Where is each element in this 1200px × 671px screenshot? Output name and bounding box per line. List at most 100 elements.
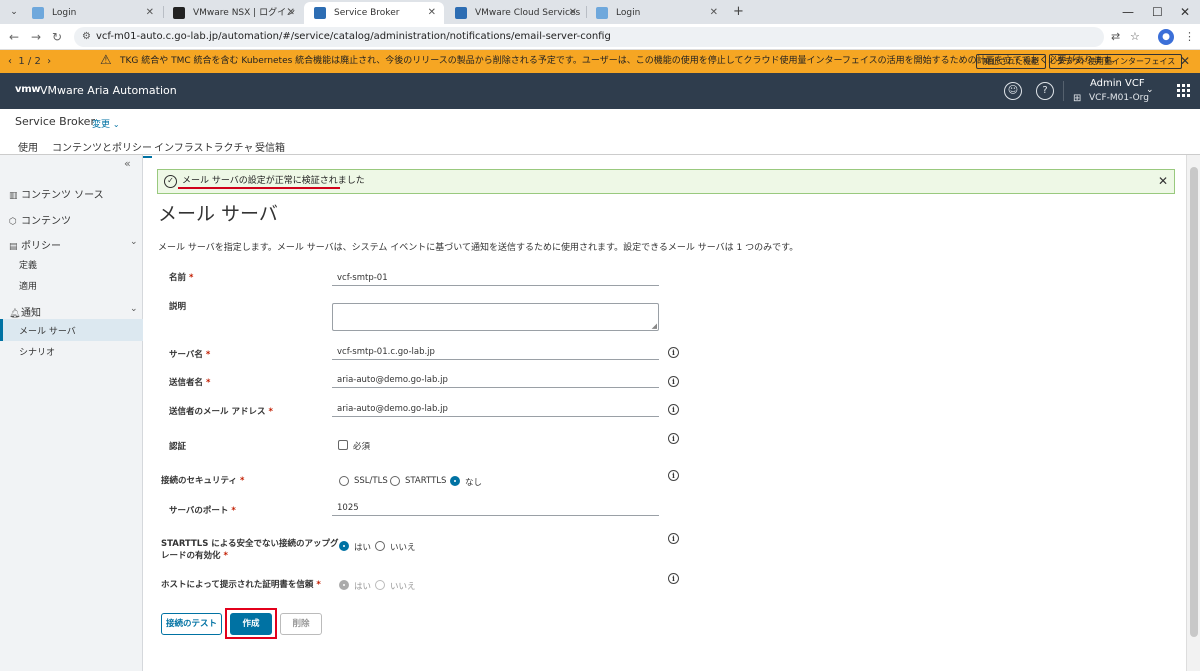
name-label: 名前 * xyxy=(169,273,194,283)
sidebar-item-apply[interactable]: 適用 xyxy=(19,279,37,292)
starttls-yes-label[interactable]: はい xyxy=(354,541,371,553)
sidebar-item-scenario[interactable]: シナリオ xyxy=(19,345,55,358)
alert-close-icon[interactable]: ✕ xyxy=(1158,172,1168,190)
tab-inbox[interactable]: 受信箱 xyxy=(255,139,285,154)
close-tab-icon[interactable]: ✕ xyxy=(287,2,295,24)
bookmark-star-icon[interactable]: ☆ xyxy=(1130,29,1140,45)
site-info-icon[interactable]: ⚙ xyxy=(82,30,91,44)
scrollbar-thumb[interactable] xyxy=(1190,167,1198,637)
service-title: Service Broker xyxy=(15,115,95,128)
chevron-down-icon[interactable]: ⌄ xyxy=(130,304,138,314)
security-none-label[interactable]: なし xyxy=(465,476,482,488)
security-starttls-radio[interactable] xyxy=(390,476,400,486)
user-name[interactable]: Admin VCF xyxy=(1090,78,1145,89)
server-name-input[interactable] xyxy=(332,344,659,360)
browser-tab-cloud-services[interactable]: VMware Cloud Services ✕ xyxy=(445,2,585,24)
cloud-consumption-interface-button[interactable]: クラウド使用量インターフェイス xyxy=(1049,54,1183,69)
sender-email-label: 送信者のメール アドレス * xyxy=(169,407,273,417)
change-service-link[interactable]: 変更 ⌄ xyxy=(92,117,120,130)
banner-prev-icon[interactable]: ‹ xyxy=(8,56,12,67)
description-textarea[interactable]: ◢ xyxy=(332,303,659,331)
close-tab-icon[interactable]: ✕ xyxy=(428,2,436,24)
chevron-down-icon[interactable]: ⌄ xyxy=(130,237,138,247)
trust-yes-radio[interactable] xyxy=(339,580,349,590)
trust-cert-info-icon[interactable]: i xyxy=(668,573,679,584)
starttls-no-radio[interactable] xyxy=(375,541,385,551)
sidebar-group-notification[interactable]: 🔔︎通知 xyxy=(9,304,41,319)
banner-next-icon[interactable]: › xyxy=(47,56,51,67)
create-button[interactable]: 作成 xyxy=(230,613,272,635)
browser-tab-strip: ⌄ Login ✕ VMware NSX | ログイン ✕ Service Br… xyxy=(0,0,1200,24)
auth-required-checkbox[interactable] xyxy=(338,440,348,450)
tab-search-icon[interactable]: ⌄ xyxy=(6,5,22,19)
starttls-yes-radio[interactable] xyxy=(339,541,349,551)
starttls-no-label[interactable]: いいえ xyxy=(390,541,416,553)
reload-icon[interactable]: ↻ xyxy=(52,29,62,45)
sidebar-item-definition[interactable]: 定義 xyxy=(19,258,37,271)
security-none-radio[interactable] xyxy=(450,476,460,486)
help-icon[interactable]: ? xyxy=(1036,82,1054,100)
close-tab-icon[interactable]: ✕ xyxy=(146,2,154,24)
auth-required-label[interactable]: 必須 xyxy=(353,440,370,452)
user-menu-chevron-icon[interactable]: ⌄ xyxy=(1146,85,1154,95)
close-tab-icon[interactable]: ✕ xyxy=(569,2,577,24)
starttls-upgrade-label: STARTTLS による安全でない接続のアップグ レードの有効化 * xyxy=(161,539,339,561)
profile-avatar-icon[interactable]: ● xyxy=(1158,29,1174,45)
security-info-icon[interactable]: i xyxy=(668,470,679,481)
sender-name-input[interactable] xyxy=(332,372,659,388)
page-description: メール サーバを指定します。メール サーバは、システム イベントに基づいて通知を… xyxy=(158,243,799,253)
delete-button[interactable]: 削除 xyxy=(280,613,322,635)
new-tab-icon[interactable]: + xyxy=(733,2,744,22)
sender-name-info-icon[interactable]: i xyxy=(668,376,679,387)
sidebar: « ▥ コンテンツ ソース ⬡ コンテンツ ▤ ポリシー ⌄ 定義 適用 🔔︎通知 ⌄… xyxy=(0,155,143,671)
security-ssl-tls-radio[interactable] xyxy=(339,476,349,486)
header-divider xyxy=(1063,81,1064,101)
deprecation-banner: ‹ 1 / 2 › ⚠ TKG 統合や TMC 統合を含む Kubernetes… xyxy=(0,50,1200,73)
auth-info-icon[interactable]: i xyxy=(668,433,679,444)
banner-close-icon[interactable]: ✕ xyxy=(1180,50,1190,73)
browser-menu-icon[interactable]: ⋮ xyxy=(1184,29,1195,45)
sidebar-item-content[interactable]: ⬡ コンテンツ xyxy=(9,212,71,227)
test-connection-button[interactable]: 接続のテスト xyxy=(161,613,222,635)
back-icon[interactable]: ← xyxy=(9,29,19,45)
tab-consume[interactable]: 使用 xyxy=(18,139,38,154)
server-port-input[interactable] xyxy=(332,500,659,516)
sidebar-item-content-source[interactable]: ▥ コンテンツ ソース xyxy=(9,186,104,201)
deprecated-features-button[interactable]: 廃止された機能 xyxy=(976,54,1046,69)
sidebar-group-policy[interactable]: ▤ ポリシー xyxy=(9,237,61,252)
check-circle-icon: ✓ xyxy=(164,175,177,188)
resize-handle-icon[interactable]: ◢ xyxy=(652,322,657,330)
maximize-icon[interactable]: ☐ xyxy=(1152,3,1163,21)
feedback-smiley-icon[interactable]: ☺ xyxy=(1004,82,1022,100)
security-starttls-label[interactable]: STARTTLS xyxy=(405,476,446,486)
main-scrollbar[interactable] xyxy=(1186,155,1200,671)
url-input[interactable]: ⚙ vcf-m01-auto.c.go-lab.jp/automation/#/… xyxy=(74,27,1104,47)
trust-yes-label[interactable]: はい xyxy=(354,580,371,592)
browser-tab-service-broker[interactable]: Service Broker ✕ xyxy=(304,2,444,24)
close-tab-icon[interactable]: ✕ xyxy=(710,2,718,24)
collapse-sidebar-icon[interactable]: « xyxy=(124,157,131,170)
server-name-info-icon[interactable]: i xyxy=(668,347,679,358)
app-switcher-icon[interactable] xyxy=(1177,84,1190,97)
trust-no-label[interactable]: いいえ xyxy=(390,580,416,592)
organization-name[interactable]: VCF-M01-Org xyxy=(1089,93,1149,103)
trust-no-radio[interactable] xyxy=(375,580,385,590)
browser-tab-login-2[interactable]: Login ✕ xyxy=(586,2,726,24)
translate-icon[interactable]: ⇄ xyxy=(1111,29,1120,45)
sender-email-info-icon[interactable]: i xyxy=(668,404,679,415)
tab-infrastructure[interactable]: インフラストラクチャ xyxy=(154,139,253,154)
chevron-down-icon: ⌄ xyxy=(112,120,120,129)
page-title: メール サーバ xyxy=(158,203,278,225)
browser-tab-login-1[interactable]: Login ✕ xyxy=(22,2,162,24)
bell-icon: 🔔︎ xyxy=(9,309,21,319)
minimize-icon[interactable]: — xyxy=(1122,3,1134,21)
starttls-info-icon[interactable]: i xyxy=(668,533,679,544)
sidebar-item-mail-server[interactable]: メール サーバ xyxy=(19,324,76,337)
browser-tab-nsx-login[interactable]: VMware NSX | ログイン ✕ xyxy=(163,2,303,24)
name-input[interactable] xyxy=(332,270,659,286)
app-header: vmw VMware Aria Automation ☺ ? Admin VCF… xyxy=(0,73,1200,109)
window-close-icon[interactable]: ✕ xyxy=(1180,3,1190,21)
security-ssl-tls-label[interactable]: SSL/TLS xyxy=(354,476,388,486)
forward-icon[interactable]: → xyxy=(31,29,41,45)
sender-email-input[interactable] xyxy=(332,401,659,417)
